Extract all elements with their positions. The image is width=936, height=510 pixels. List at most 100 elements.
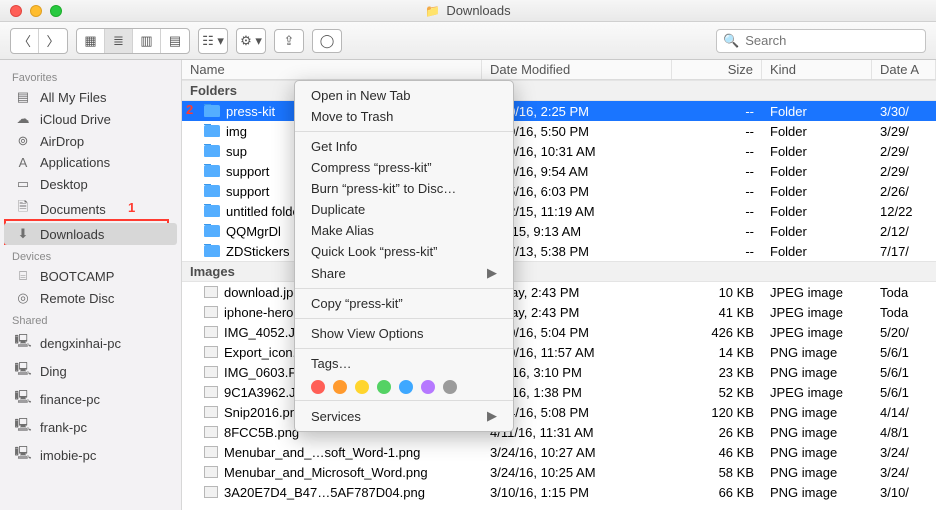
file-kind: Folder: [762, 244, 872, 259]
tags-button[interactable]: ◯: [312, 29, 342, 53]
minimize-window-button[interactable]: [30, 5, 42, 17]
sidebar-item-all-my-files[interactable]: ▤All My Files: [0, 86, 181, 108]
menu-separator: [295, 318, 513, 319]
menu-item-open-in-new-tab[interactable]: Open in New Tab: [295, 85, 513, 106]
sidebar-item-icloud-drive[interactable]: ☁iCloud Drive: [0, 108, 181, 130]
menu-item-burn-press-kit-to-disc-[interactable]: Burn “press-kit” to Disc…: [295, 178, 513, 199]
col-date[interactable]: Date Modified: [482, 60, 672, 79]
sidebar-item-documents[interactable]: 🗎Documents: [0, 195, 181, 223]
sidebar-item-label: Applications: [40, 155, 110, 170]
sidebar-item-dengxinhai-pc[interactable]: 🖳dengxinhai-pc: [0, 329, 181, 357]
icon-view-button[interactable]: ▦: [77, 29, 105, 53]
list-view-button[interactable]: ≣: [105, 29, 133, 53]
sidebar-item-icon: ◎: [14, 290, 32, 306]
coverflow-view-button[interactable]: ▤: [161, 29, 189, 53]
menu-item-make-alias[interactable]: Make Alias: [295, 220, 513, 241]
menu-item-tags-[interactable]: Tags…: [295, 353, 513, 374]
column-headers: Name Date Modified Size Kind Date A: [182, 60, 936, 80]
action-button[interactable]: ⚙ ▾: [237, 29, 265, 53]
sidebar-item-ding[interactable]: 🖳Ding: [0, 357, 181, 385]
share-button[interactable]: ⇪: [274, 29, 304, 53]
sidebar-item-label: Documents: [40, 202, 106, 217]
sidebar-item-downloads[interactable]: ⬇Downloads: [4, 223, 177, 245]
file-kind: Folder: [762, 124, 872, 139]
zoom-window-button[interactable]: [50, 5, 62, 17]
tag-color[interactable]: [377, 380, 391, 394]
image-file-icon: [204, 366, 218, 378]
sidebar-item-applications[interactable]: AApplications: [0, 152, 181, 173]
tag-color[interactable]: [355, 380, 369, 394]
file-row[interactable]: Menubar_and_Microsoft_Word.png3/24/16, 1…: [182, 462, 936, 482]
sidebar-item-bootcamp[interactable]: ⌸ BOOTCAMP: [0, 265, 181, 287]
file-kind: Folder: [762, 104, 872, 119]
menu-item-services[interactable]: Services▶: [295, 405, 513, 427]
menu-item-share[interactable]: Share▶: [295, 262, 513, 284]
menu-separator: [295, 348, 513, 349]
file-kind: PNG image: [762, 405, 872, 420]
sidebar-item-icon: ⌸: [14, 268, 32, 284]
sidebar-item-desktop[interactable]: ▭Desktop: [0, 173, 181, 195]
file-date: 3/10/16, 1:15 PM: [482, 485, 672, 500]
sidebar-item-airdrop[interactable]: ⊚AirDrop: [0, 130, 181, 152]
menu-item-show-view-options[interactable]: Show View Options: [295, 323, 513, 344]
sidebar-item-remote-disc[interactable]: ◎Remote Disc: [0, 287, 181, 309]
tag-color[interactable]: [311, 380, 325, 394]
menu-item-move-to-trash[interactable]: Move to Trash: [295, 106, 513, 127]
annotation-label-2: 2: [186, 102, 193, 117]
sidebar-item-icon: ⊚: [14, 133, 32, 149]
sidebar-item-label: BOOTCAMP: [40, 269, 114, 284]
col-name[interactable]: Name: [182, 60, 482, 79]
sidebar-item-label: iCloud Drive: [40, 112, 111, 127]
sidebar-item-icon: ⬇: [14, 226, 32, 242]
sidebar-item-finance-pc[interactable]: 🖳finance-pc: [0, 385, 181, 413]
tag-color[interactable]: [333, 380, 347, 394]
menu-item-compress-press-kit-[interactable]: Compress “press-kit”: [295, 157, 513, 178]
file-size: --: [672, 124, 762, 139]
col-kind[interactable]: Kind: [762, 60, 872, 79]
file-date-added: 12/22: [872, 204, 936, 219]
folder-icon: [204, 165, 220, 177]
sidebar-item-icon: 🖳: [14, 332, 32, 354]
menu-item-label: Show View Options: [311, 326, 424, 341]
title-bar: 📁 Downloads: [0, 0, 936, 22]
menu-item-label: Duplicate: [311, 202, 365, 217]
file-kind: Folder: [762, 204, 872, 219]
file-kind: PNG image: [762, 465, 872, 480]
sidebar: 1 Favorites▤All My Files☁iCloud Drive⊚Ai…: [0, 60, 182, 510]
col-size[interactable]: Size: [672, 60, 762, 79]
col-date-added[interactable]: Date A: [872, 60, 936, 79]
search-field[interactable]: 🔍: [716, 29, 926, 53]
file-date-added: 5/20/: [872, 325, 936, 340]
tag-color[interactable]: [443, 380, 457, 394]
file-size: 14 KB: [672, 345, 762, 360]
sidebar-item-icon: ▭: [14, 176, 32, 192]
menu-item-quick-look-press-kit-[interactable]: Quick Look “press-kit”: [295, 241, 513, 262]
menu-separator: [295, 288, 513, 289]
sidebar-item-label: Ding: [40, 364, 67, 379]
arrange-button[interactable]: ☷ ▾: [199, 29, 227, 53]
back-button[interactable]: 〈: [11, 29, 39, 53]
close-window-button[interactable]: [10, 5, 22, 17]
menu-item-copy-press-kit-[interactable]: Copy “press-kit”: [295, 293, 513, 314]
file-date-added: 4/8/1: [872, 425, 936, 440]
tag-color[interactable]: [421, 380, 435, 394]
tag-colors-row: [295, 374, 513, 396]
forward-button[interactable]: 〉: [39, 29, 67, 53]
image-file-icon: [204, 306, 218, 318]
menu-item-duplicate[interactable]: Duplicate: [295, 199, 513, 220]
file-date-added: 5/6/1: [872, 385, 936, 400]
file-size: --: [672, 164, 762, 179]
sidebar-item-frank-pc[interactable]: 🖳frank-pc: [0, 413, 181, 441]
file-name: 8FCC5B.png: [224, 425, 299, 440]
file-row[interactable]: 3A20E7D4_B47…5AF787D04.png3/10/16, 1:15 …: [182, 482, 936, 502]
file-size: 58 KB: [672, 465, 762, 480]
menu-item-label: Copy “press-kit”: [311, 296, 403, 311]
sidebar-item-imobie-pc[interactable]: 🖳imobie-pc: [0, 441, 181, 469]
file-size: --: [672, 184, 762, 199]
file-size: 10 KB: [672, 285, 762, 300]
column-view-button[interactable]: ▥: [133, 29, 161, 53]
file-row[interactable]: Menubar_and_…soft_Word-1.png3/24/16, 10:…: [182, 442, 936, 462]
tag-color[interactable]: [399, 380, 413, 394]
menu-item-get-info[interactable]: Get Info: [295, 136, 513, 157]
search-input[interactable]: [745, 33, 921, 48]
